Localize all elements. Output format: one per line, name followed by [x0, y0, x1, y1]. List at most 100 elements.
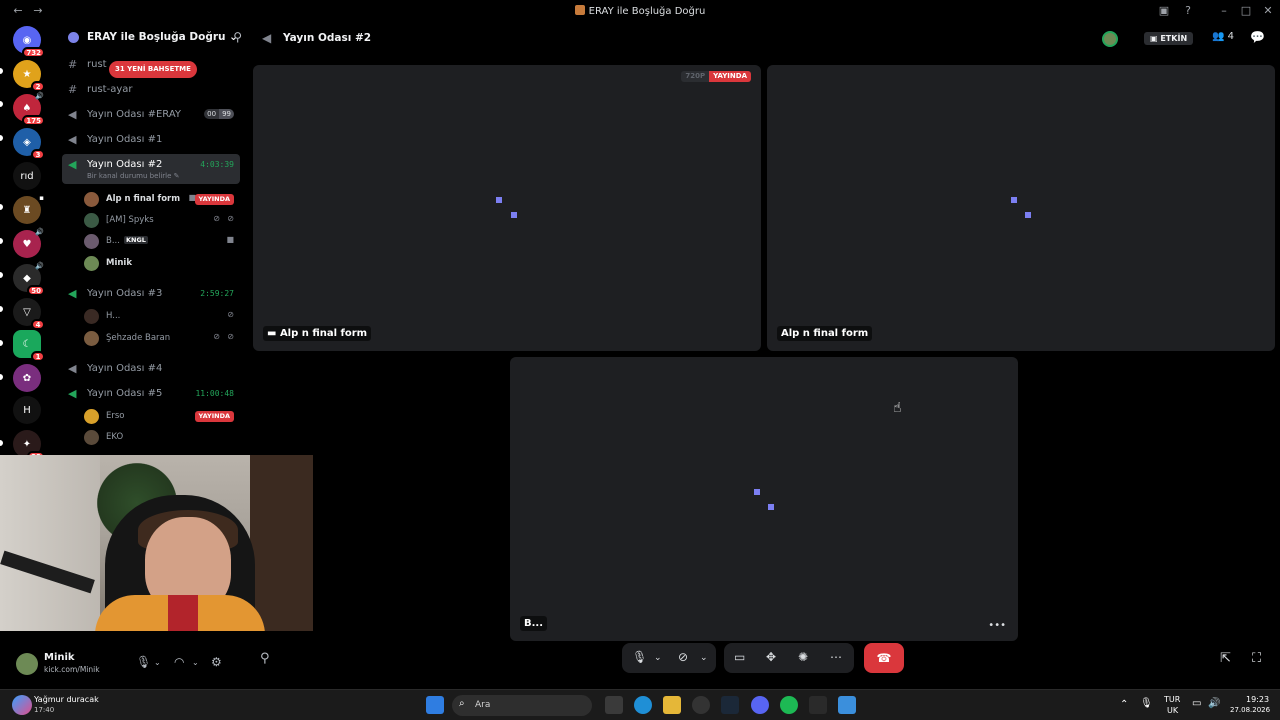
- microphone-icon[interactable]: 🎙: [632, 650, 647, 664]
- channel-yayin-3[interactable]: ◀ Yayın Odası #3 2:59:27: [62, 283, 240, 305]
- voice-user[interactable]: B... KNGL ■: [84, 232, 240, 252]
- voice-user[interactable]: Erso YAYINDA: [84, 407, 240, 427]
- channel-label: Yayın Odası #4: [87, 363, 163, 374]
- chat-bubble-icon[interactable]: 💬: [1250, 30, 1265, 44]
- server-icon[interactable]: ◆ 🔊 50: [13, 262, 45, 296]
- server-icon[interactable]: ♜ ▪: [13, 194, 44, 224]
- deafened-icon: ⊘: [227, 214, 234, 223]
- avatar: [84, 234, 99, 249]
- channel-rust-ayar[interactable]: # rust-ayar: [62, 79, 240, 101]
- gear-icon[interactable]: ⚙: [211, 655, 222, 669]
- soundboard-icon[interactable]: ✺: [798, 650, 808, 664]
- discord-icon[interactable]: [751, 696, 769, 714]
- keyboard-layout[interactable]: UK: [1167, 706, 1178, 715]
- home-button[interactable]: ◉ 732: [13, 26, 45, 58]
- end-call-button[interactable]: ☎: [864, 643, 904, 673]
- channel-yayin-5[interactable]: ◀ Yayın Odası #5 11:00:48: [62, 383, 240, 405]
- server-icon[interactable]: ▽ 4: [13, 298, 45, 330]
- chevron-down-icon[interactable]: ⌄: [192, 658, 199, 667]
- add-friend-icon[interactable]: ⚲: [260, 651, 270, 666]
- maximize-icon[interactable]: □: [1238, 4, 1254, 17]
- activity-badge[interactable]: ▣ ETKİN: [1144, 32, 1194, 45]
- language-code[interactable]: TUR: [1164, 695, 1180, 704]
- minimize-icon[interactable]: –: [1216, 4, 1232, 17]
- loading-dot: [1025, 212, 1031, 218]
- screen-share-icon[interactable]: ▭: [734, 650, 745, 664]
- avatar[interactable]: [1102, 31, 1118, 47]
- volume-icon[interactable]: 🔊: [1208, 698, 1220, 709]
- edge-browser-icon[interactable]: [634, 696, 652, 714]
- mouse-cursor-icon: ☝: [893, 400, 902, 416]
- voice-user[interactable]: [AM] Spyks ⊘ ⊘: [84, 211, 240, 231]
- discord-app: ← → ERAY ile Boşluğa Doğru ▣ ? – □ ✕ ◉ 73…: [0, 0, 1280, 720]
- server-badge: 2: [31, 81, 45, 92]
- taskbar-search[interactable]: ⌕ Ara: [452, 695, 592, 716]
- invite-user-icon[interactable]: ⚲: [233, 30, 242, 44]
- video-tile[interactable]: 720P YAYINDA ▬ Alp n final form: [253, 65, 761, 351]
- video-tile[interactable]: B... •••: [510, 357, 1018, 641]
- server-icon[interactable]: ✦23: [13, 430, 45, 462]
- clock-time[interactable]: 19:23: [1246, 695, 1269, 704]
- fullscreen-icon[interactable]: ⛶: [1252, 651, 1261, 666]
- file-explorer-icon[interactable]: [663, 696, 681, 714]
- windows-start-icon[interactable]: [426, 696, 444, 714]
- close-icon[interactable]: ✕: [1260, 4, 1276, 17]
- microphone-icon[interactable]: 🎙: [1140, 698, 1153, 709]
- weather-icon[interactable]: [12, 695, 32, 715]
- pop-out-icon[interactable]: ⇱: [1220, 651, 1231, 666]
- server-icon[interactable]: ♠ 🔊 175: [13, 92, 45, 126]
- inbox-icon[interactable]: ▣: [1156, 4, 1172, 17]
- title-bar: ← → ERAY ile Boşluğa Doğru ▣ ? – □ ✕: [0, 0, 1280, 22]
- video-tile[interactable]: Alp n final form: [767, 65, 1275, 351]
- chevron-down-icon[interactable]: ⌄: [700, 653, 708, 663]
- activities-icon[interactable]: ✥: [766, 650, 776, 664]
- clock-date[interactable]: 27.08.2026: [1230, 706, 1270, 714]
- participants-button[interactable]: 👥 4: [1212, 31, 1234, 42]
- camera-off-icon[interactable]: ⊘: [678, 650, 688, 664]
- epic-games-icon[interactable]: [809, 696, 827, 714]
- people-icon: 👥: [1212, 31, 1225, 42]
- server-icon[interactable]: ♥ 🔊: [13, 228, 44, 258]
- server-icon[interactable]: ✿: [13, 364, 41, 392]
- chevron-down-icon[interactable]: ⌄: [654, 653, 662, 663]
- channel-title: Yayın Odası #2: [283, 32, 372, 44]
- voice-user[interactable]: EKO: [84, 428, 240, 448]
- notepad-icon[interactable]: [838, 696, 856, 714]
- server-logo-icon: [574, 5, 585, 15]
- help-icon[interactable]: ?: [1180, 4, 1196, 17]
- chevron-up-icon[interactable]: ⌃: [1120, 699, 1128, 710]
- network-icon[interactable]: ▭: [1192, 698, 1201, 709]
- new-mentions-pill[interactable]: 31 YENİ BAHSETME: [109, 61, 197, 78]
- steam-icon[interactable]: [721, 696, 739, 714]
- avatar[interactable]: [16, 653, 38, 675]
- voice-user[interactable]: Şehzade Baran ⊘ ⊘: [84, 329, 240, 349]
- channel-yayin-4[interactable]: ◀ Yayın Odası #4: [62, 358, 240, 380]
- channel-yayin-1[interactable]: ◀ Yayın Odası #1: [62, 129, 240, 151]
- server-icon[interactable]: ★ 2: [13, 60, 45, 92]
- server-badge: 50: [27, 285, 45, 296]
- server-icon[interactable]: H: [13, 396, 41, 424]
- voice-user[interactable]: H... ⊘: [84, 307, 240, 327]
- server-icon[interactable]: ☾ 1: [13, 330, 45, 362]
- voice-user[interactable]: Alp n final form ■ YAYINDA: [84, 190, 240, 210]
- task-view-icon[interactable]: [605, 696, 623, 714]
- search-icon: ⌕: [459, 698, 465, 709]
- webcam-shirt-stripe: [168, 595, 198, 631]
- voice-user[interactable]: Minik: [84, 254, 240, 274]
- spotify-icon[interactable]: [780, 696, 798, 714]
- more-options-icon[interactable]: ⋯: [830, 650, 842, 664]
- obs-icon[interactable]: [692, 696, 710, 714]
- microphone-icon[interactable]: 🎙: [136, 655, 151, 669]
- unread-pill: [0, 306, 3, 312]
- channel-yayin-2[interactable]: ◀ Yayın Odası #2 4:03:39 Bir kanal durum…: [62, 154, 240, 184]
- speaker-icon: 🔊: [35, 92, 44, 100]
- server-icon[interactable]: ◈ 3: [13, 128, 45, 160]
- headphones-icon[interactable]: ◠: [174, 655, 184, 669]
- speaker-icon: 🔊: [35, 228, 44, 236]
- server-header[interactable]: ERAY ile Boşluğa Doğru ⌄ ⚲: [62, 28, 242, 48]
- chevron-down-icon[interactable]: ⌄: [154, 658, 161, 667]
- channel-yayin-eray[interactable]: ◀ Yayın Odası #ERAY 00 99: [62, 104, 240, 126]
- channel-status[interactable]: Bir kanal durumu belirle ✎: [87, 172, 180, 180]
- server-icon[interactable]: rıd: [13, 162, 41, 190]
- more-options-icon[interactable]: •••: [988, 620, 1006, 631]
